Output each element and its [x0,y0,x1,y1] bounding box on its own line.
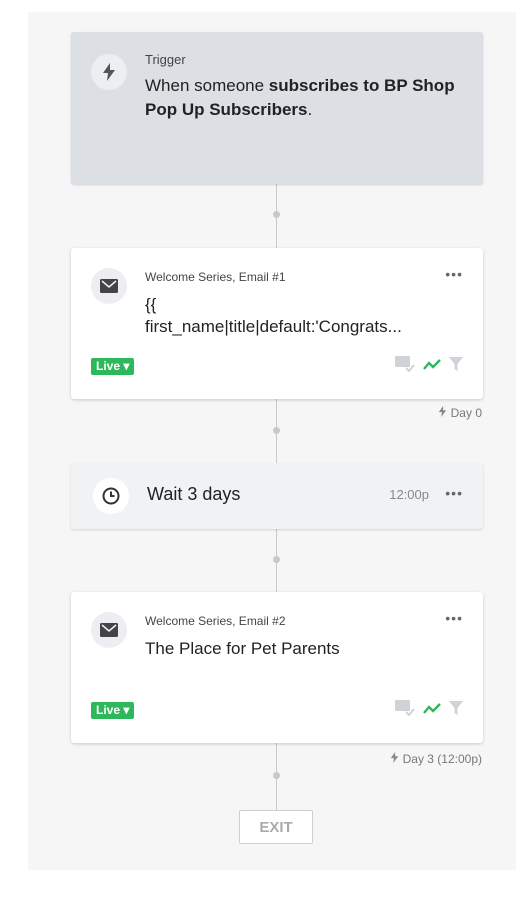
more-options-button[interactable]: ••• [445,266,463,282]
email-subject: The Place for Pet Parents [145,639,340,658]
message-check-icon[interactable] [395,700,415,721]
envelope-icon [91,268,127,304]
email-subject: {{ first_name|title|default:'Congrats... [145,295,402,336]
message-check-icon[interactable] [395,356,415,377]
envelope-icon [91,612,127,648]
email-card-1[interactable]: Welcome Series, Email #1 ••• {{ first_na… [71,248,483,399]
exit-node[interactable]: EXIT [239,810,313,844]
trigger-card[interactable]: Trigger When someone subscribes to BP Sh… [71,32,483,184]
connector-dot [273,211,280,218]
clock-icon [93,478,129,514]
day-label: Day 0 [438,406,482,420]
more-options-button[interactable]: ••• [445,485,463,501]
lightning-icon [390,752,402,766]
live-status-dropdown[interactable]: Live ▾ [91,702,135,719]
day-label: Day 3 (12:00p) [390,752,482,766]
lightning-icon [91,54,127,90]
connector-dot [273,556,280,563]
filter-icon[interactable] [449,357,463,376]
email-label: Welcome Series, Email #1 [145,270,286,284]
email-label: Welcome Series, Email #2 [145,614,286,628]
card-actions [395,356,463,377]
trigger-label: Trigger [145,52,186,67]
more-options-button[interactable]: ••• [445,610,463,626]
trend-icon[interactable] [423,702,441,720]
filter-icon[interactable] [449,701,463,720]
trend-icon[interactable] [423,358,441,376]
wait-duration: Wait 3 days [147,484,241,504]
connector-dot [273,772,280,779]
live-status-dropdown[interactable]: Live ▾ [91,358,135,375]
email-card-2[interactable]: Welcome Series, Email #2 ••• The Place f… [71,592,483,743]
card-actions [395,700,463,721]
wait-card[interactable]: Wait 3 days 12:00p ••• [71,463,483,529]
trigger-description: When someone subscribes to BP Shop Pop U… [145,76,455,119]
connector-dot [273,427,280,434]
lightning-icon [438,406,450,420]
wait-time: 12:00p [389,487,429,502]
